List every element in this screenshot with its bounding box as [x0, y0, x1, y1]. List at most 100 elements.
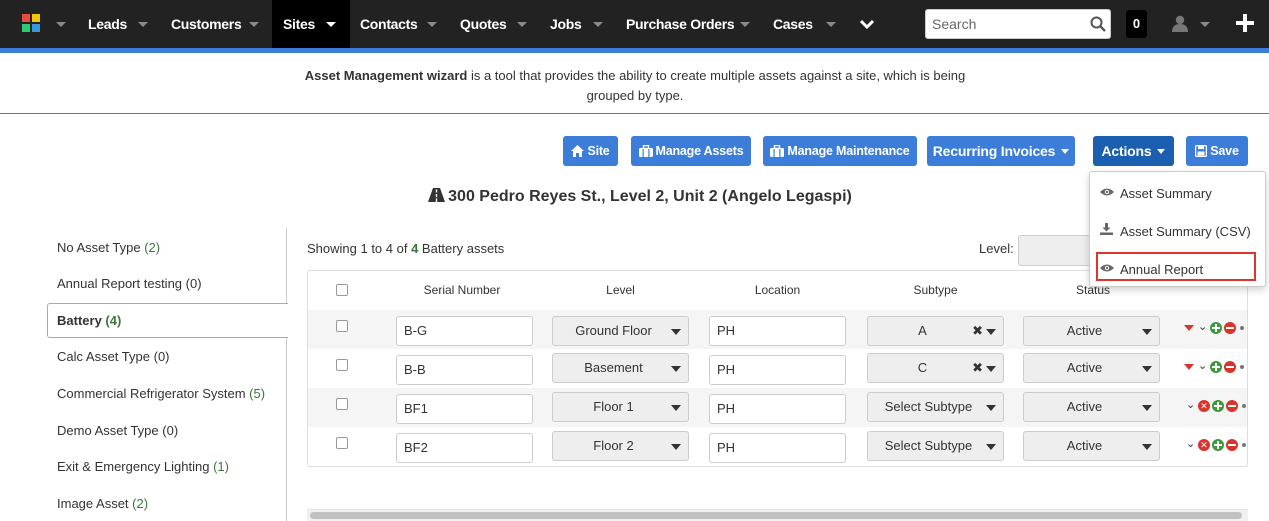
- banner-description: is a tool that provides the ability to c…: [467, 68, 966, 103]
- save-button[interactable]: Save: [1186, 136, 1248, 166]
- column-header-level[interactable]: Level: [552, 283, 689, 297]
- user-icon[interactable]: [1172, 15, 1188, 32]
- location-input[interactable]: PH: [709, 316, 846, 346]
- double-chevron-down-icon[interactable]: ⌄: [1186, 400, 1198, 412]
- serial-number-input[interactable]: B-G: [396, 316, 533, 346]
- delete-icon[interactable]: ✕: [1198, 400, 1210, 412]
- scrollbar-thumb[interactable]: [310, 512, 1242, 519]
- more-menu-chevron-icon[interactable]: [860, 19, 874, 29]
- more-icon[interactable]: [1240, 326, 1244, 330]
- sidebar-item-battery[interactable]: Battery (4): [57, 313, 121, 328]
- subtype-select[interactable]: C ✖: [867, 353, 1004, 383]
- remove-icon[interactable]: [1224, 322, 1236, 334]
- remove-icon[interactable]: [1226, 439, 1238, 451]
- horizontal-scrollbar[interactable]: [307, 509, 1248, 521]
- chevron-down-icon[interactable]: [1200, 22, 1210, 27]
- remove-icon[interactable]: [1226, 400, 1238, 412]
- level-select[interactable]: Floor 2: [552, 431, 689, 461]
- nav-item-leads[interactable]: Leads: [72, 0, 157, 48]
- row-checkbox[interactable]: [336, 359, 348, 371]
- row-checkbox[interactable]: [336, 398, 348, 410]
- serial-number-input[interactable]: B-B: [396, 355, 533, 385]
- sidebar-item-image-asset[interactable]: Image Asset (2): [57, 496, 148, 511]
- sidebar-item-annual-report-testing[interactable]: Annual Report testing (0): [57, 276, 202, 291]
- assets-table: Serial Number Level Location Subtype Sta…: [307, 270, 1248, 467]
- menu-item-label: Asset Summary (CSV): [1120, 224, 1251, 239]
- level-filter-select[interactable]: [1018, 235, 1093, 266]
- nav-item-cases[interactable]: Cases: [758, 0, 846, 48]
- move-down-icon[interactable]: [1184, 325, 1194, 331]
- location-input[interactable]: PH: [709, 394, 846, 424]
- app-logo-icon[interactable]: [22, 14, 40, 32]
- sidebar-item-no-asset-type[interactable]: No Asset Type (2): [57, 240, 160, 255]
- select-all-checkbox[interactable]: [336, 284, 348, 296]
- actions-button[interactable]: Actions: [1093, 136, 1174, 166]
- sidebar-item-label: Calc Asset Type: [57, 349, 150, 364]
- sidebar-item-count: (4): [105, 313, 122, 328]
- home-icon: [571, 145, 585, 157]
- status-select[interactable]: Active: [1023, 431, 1160, 461]
- site-button[interactable]: Site: [563, 136, 618, 166]
- nav-item-customers[interactable]: Customers: [157, 0, 272, 48]
- double-chevron-down-icon[interactable]: ⌄: [1198, 322, 1210, 334]
- delete-icon[interactable]: ✕: [1198, 439, 1210, 451]
- search-input[interactable]: [926, 10, 1086, 38]
- menu-item-label: Asset Summary: [1120, 186, 1212, 201]
- subtype-select-value: A: [918, 323, 927, 338]
- remove-icon[interactable]: [1224, 361, 1236, 373]
- nav-item-contacts[interactable]: Contacts: [350, 0, 446, 48]
- subtype-select[interactable]: A ✖: [867, 316, 1004, 346]
- manage-maintenance-button[interactable]: Manage Maintenance: [763, 136, 917, 166]
- more-icon[interactable]: [1242, 443, 1246, 447]
- serial-number-input[interactable]: BF1: [396, 394, 533, 424]
- status-select-value: Active: [1066, 323, 1103, 338]
- sidebar-item-calc-asset-type[interactable]: Calc Asset Type (0): [57, 349, 170, 364]
- notification-count-badge[interactable]: 0: [1126, 10, 1147, 38]
- more-icon[interactable]: [1240, 365, 1244, 369]
- location-input[interactable]: PH: [709, 355, 846, 385]
- manage-assets-button[interactable]: Manage Assets: [631, 136, 751, 166]
- sidebar-item-exit-emergency-lighting[interactable]: Exit & Emergency Lighting (1): [57, 459, 229, 474]
- double-chevron-down-icon[interactable]: ⌄: [1198, 361, 1210, 373]
- level-select[interactable]: Basement: [552, 353, 689, 383]
- level-select-value: Floor 1: [593, 399, 634, 414]
- add-icon[interactable]: [1212, 400, 1224, 412]
- column-header-location[interactable]: Location: [709, 283, 846, 297]
- double-chevron-down-icon[interactable]: ⌄: [1186, 439, 1198, 451]
- sidebar-item-label: Battery: [57, 313, 102, 328]
- subtype-select[interactable]: Select Subtype: [867, 392, 1004, 422]
- move-down-icon[interactable]: [1184, 364, 1194, 370]
- nav-item-jobs[interactable]: Jobs: [536, 0, 612, 48]
- level-select[interactable]: Ground Floor: [552, 316, 689, 346]
- more-icon[interactable]: [1242, 404, 1246, 408]
- add-icon[interactable]: [1212, 439, 1224, 451]
- column-header-serial-number[interactable]: Serial Number: [396, 283, 528, 297]
- status-select[interactable]: Active: [1023, 353, 1160, 383]
- nav-item-quotes[interactable]: Quotes: [446, 0, 536, 48]
- sidebar-item-demo-asset-type[interactable]: Demo Asset Type (0): [57, 423, 178, 438]
- add-icon[interactable]: [1210, 322, 1222, 334]
- column-header-subtype[interactable]: Subtype: [867, 283, 1004, 297]
- search-icon[interactable]: [1090, 16, 1106, 32]
- location-input[interactable]: PH: [709, 433, 846, 463]
- chevron-down-icon[interactable]: [56, 22, 66, 27]
- add-icon[interactable]: [1210, 361, 1222, 373]
- nav-item-purchase-orders[interactable]: Purchase Orders: [612, 0, 758, 48]
- level-select[interactable]: Floor 1: [552, 392, 689, 422]
- status-select[interactable]: Active: [1023, 316, 1160, 346]
- row-checkbox[interactable]: [336, 437, 348, 449]
- subtype-select-value: Select Subtype: [884, 399, 973, 414]
- subtype-select[interactable]: Select Subtype: [867, 431, 1004, 461]
- sidebar-item-commercial-refrigerator-system[interactable]: Commercial Refrigerator System (5): [57, 386, 265, 401]
- status-select[interactable]: Active: [1023, 392, 1160, 422]
- recurring-invoices-button[interactable]: Recurring Invoices: [927, 136, 1075, 166]
- serial-number-input[interactable]: BF2: [396, 433, 533, 463]
- manage-maintenance-label: Manage Maintenance: [787, 144, 910, 158]
- save-button-label: Save: [1210, 144, 1239, 158]
- clear-icon[interactable]: ✖: [972, 317, 983, 345]
- row-checkbox[interactable]: [336, 320, 348, 332]
- plus-icon[interactable]: [1236, 14, 1254, 32]
- nav-item-sites[interactable]: Sites: [272, 0, 350, 48]
- download-icon: [1100, 223, 1113, 235]
- clear-icon[interactable]: ✖: [972, 354, 983, 382]
